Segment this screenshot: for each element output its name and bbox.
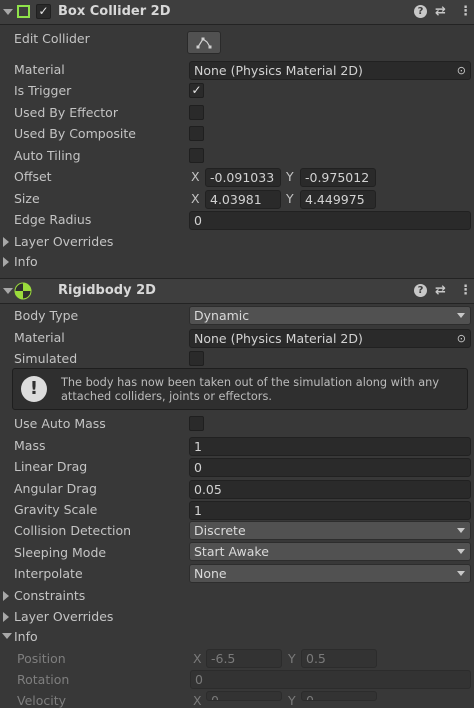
component-title: Rigidbody 2D <box>58 283 156 298</box>
foldout-expanded-icon[interactable] <box>3 288 13 294</box>
body-type-label: Body Type <box>14 308 79 323</box>
edge-radius-label: Edge Radius <box>14 212 92 227</box>
layer-overrides-foldout[interactable]: Layer Overrides <box>14 609 113 624</box>
use-auto-mass-checkbox[interactable] <box>189 416 204 431</box>
rotation-field: 0 <box>190 670 471 689</box>
foldout-collapsed-icon[interactable] <box>3 591 9 601</box>
material-value: None (Physics Material 2D) <box>194 63 363 78</box>
size-y-field[interactable]: 4.449975 <box>300 190 376 209</box>
material-field[interactable]: None (Physics Material 2D) ⊙ <box>189 61 471 80</box>
layer-overrides-foldout[interactable]: Layer Overrides <box>14 234 113 249</box>
foldout-expanded-icon[interactable] <box>2 633 12 639</box>
help-icon[interactable]: ? <box>414 5 427 18</box>
auto-tiling-checkbox[interactable] <box>189 148 204 163</box>
info-foldout[interactable]: Info <box>14 254 38 269</box>
size-x-field[interactable]: 4.03981 <box>205 190 281 209</box>
offset-label: Offset <box>14 169 52 184</box>
foldout-expanded-icon[interactable] <box>3 9 13 15</box>
material-value: None (Physics Material 2D) <box>194 331 363 346</box>
collision-detection-dropdown[interactable]: Discrete <box>189 521 471 540</box>
material-label: Material <box>14 330 65 345</box>
is-trigger-label: Is Trigger <box>14 83 72 98</box>
simulation-warning-box: ! The body has now been taken out of the… <box>12 368 468 410</box>
chevron-down-icon <box>457 313 465 318</box>
material-label: Material <box>14 62 65 77</box>
foldout-collapsed-icon[interactable] <box>3 612 9 622</box>
box-collider-icon <box>17 5 30 18</box>
velocity-x-field: 0 <box>206 691 282 701</box>
angular-drag-label: Angular Drag <box>14 481 97 496</box>
constraints-foldout[interactable]: Constraints <box>14 588 85 603</box>
component-title: Box Collider 2D <box>58 4 171 19</box>
auto-tiling-label: Auto Tiling <box>14 148 81 163</box>
foldout-collapsed-icon[interactable] <box>3 237 9 247</box>
angular-drag-field[interactable]: 0.05 <box>189 480 471 499</box>
offset-y-axis-label[interactable]: Y <box>286 169 294 184</box>
size-x-axis-label[interactable]: X <box>191 191 200 206</box>
presets-icon[interactable]: ⇄ <box>435 283 446 298</box>
edit-collider-icon <box>196 37 212 49</box>
simulated-checkbox[interactable] <box>189 351 204 366</box>
gravity-scale-field[interactable]: 1 <box>189 501 471 520</box>
velocity-y-field: 0 <box>301 691 377 701</box>
presets-icon[interactable]: ⇄ <box>435 4 446 19</box>
kebab-menu-icon[interactable]: ⋮ <box>459 4 472 19</box>
collision-detection-value: Discrete <box>194 523 246 538</box>
kebab-menu-icon[interactable]: ⋮ <box>459 283 472 298</box>
used-by-effector-label: Used By Effector <box>14 105 118 120</box>
linear-drag-label: Linear Drag <box>14 459 88 474</box>
foldout-collapsed-icon[interactable] <box>3 257 9 267</box>
collision-detection-label: Collision Detection <box>14 523 132 538</box>
body-type-dropdown[interactable]: Dynamic <box>189 306 471 325</box>
offset-x-field[interactable]: -0.091033 <box>205 168 281 187</box>
sleeping-mode-value: Start Awake <box>194 544 269 559</box>
sleeping-mode-label: Sleeping Mode <box>14 545 107 560</box>
offset-y-field[interactable]: -0.975012 <box>300 168 376 187</box>
rigidbody-icon <box>14 282 32 300</box>
used-by-composite-checkbox[interactable] <box>189 126 204 141</box>
position-label: Position <box>17 651 66 666</box>
rotation-label: Rotation <box>17 672 70 687</box>
info-foldout[interactable]: Info <box>14 629 38 644</box>
warning-text: The body has now been taken out of the s… <box>61 376 440 403</box>
sleeping-mode-dropdown[interactable]: Start Awake <box>189 542 471 561</box>
use-auto-mass-label: Use Auto Mass <box>14 416 106 431</box>
interpolate-dropdown[interactable]: None <box>189 564 471 583</box>
simulated-label: Simulated <box>14 351 78 366</box>
rigidbody-header[interactable]: Rigidbody 2D ? ⇄ ⋮ <box>0 278 474 304</box>
size-label: Size <box>14 191 40 206</box>
edge-radius-field[interactable]: 0 <box>189 211 471 230</box>
warning-icon: ! <box>21 376 47 402</box>
chevron-down-icon <box>457 571 465 576</box>
chevron-down-icon <box>457 549 465 554</box>
interpolate-label: Interpolate <box>14 566 83 581</box>
object-picker-icon[interactable]: ⊙ <box>457 330 466 347</box>
used-by-effector-checkbox[interactable] <box>189 105 204 120</box>
edit-collider-label: Edit Collider <box>14 31 90 46</box>
offset-x-axis-label[interactable]: X <box>191 169 200 184</box>
used-by-composite-label: Used By Composite <box>14 126 136 141</box>
mass-field[interactable]: 1 <box>189 437 471 456</box>
is-trigger-checkbox[interactable]: ✓ <box>189 83 204 98</box>
object-picker-icon[interactable]: ⊙ <box>457 62 466 79</box>
rigidbody-material-field[interactable]: None (Physics Material 2D) ⊙ <box>189 329 471 348</box>
help-icon[interactable]: ? <box>414 284 427 297</box>
position-x-axis-label: X <box>193 651 202 666</box>
box-collider-header[interactable]: ✓ Box Collider 2D ? ⇄ ⋮ <box>0 0 474 25</box>
position-x-field: -6.5 <box>206 649 282 668</box>
linear-drag-field[interactable]: 0 <box>189 458 471 477</box>
box-collider-enabled-checkbox[interactable]: ✓ <box>36 4 51 19</box>
size-y-axis-label[interactable]: Y <box>286 191 294 206</box>
chevron-down-icon <box>457 528 465 533</box>
gravity-scale-label: Gravity Scale <box>14 502 98 517</box>
position-y-axis-label: Y <box>288 651 296 666</box>
body-type-value: Dynamic <box>194 308 250 323</box>
edit-collider-button[interactable] <box>187 31 221 54</box>
position-y-field: 0.5 <box>301 649 377 668</box>
interpolate-value: None <box>194 566 227 581</box>
mass-label: Mass <box>14 438 46 453</box>
